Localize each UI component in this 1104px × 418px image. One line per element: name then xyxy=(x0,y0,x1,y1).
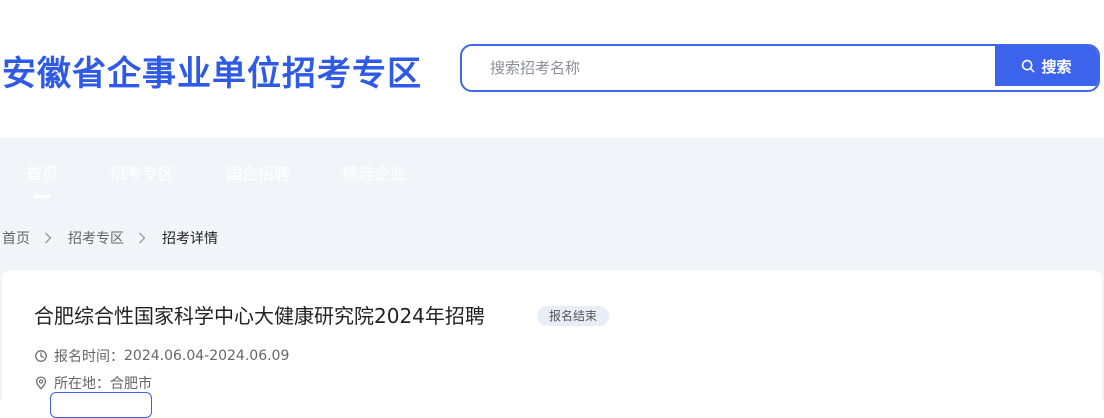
nav-item-featured-companies[interactable]: 精选企业 xyxy=(342,160,406,184)
location-row: 所在地： 合肥市 xyxy=(34,373,152,393)
search-input[interactable] xyxy=(462,46,996,90)
main-nav: 首页 招考专区 国企招聘 精选企业 xyxy=(0,138,1104,200)
status-badge: 报名结束 xyxy=(537,306,610,326)
location-label: 所在地： xyxy=(54,376,110,392)
chevron-right-icon xyxy=(44,231,54,245)
job-title: 合肥综合性国家科学中心大健康研究院2024年招聘 xyxy=(34,304,485,328)
clock-icon xyxy=(35,350,47,362)
nav-item-exam-zone[interactable]: 招考专区 xyxy=(110,160,174,184)
job-detail-card: 合肥综合性国家科学中心大健康研究院2024年招聘 报名结束 报名时间： 2024… xyxy=(2,270,1102,418)
signup-time-label: 报名时间： xyxy=(54,349,124,365)
breadcrumb-current: 招考详情 xyxy=(162,231,218,247)
search-button[interactable]: 搜索 xyxy=(995,46,1098,86)
nav-item-soe-jobs[interactable]: 国企招聘 xyxy=(226,160,290,184)
chevron-right-icon xyxy=(138,231,148,245)
search-icon xyxy=(1022,59,1035,73)
breadcrumb: 首页 招考专区 招考详情 xyxy=(2,228,218,248)
signup-time-value: 2024.06.04-2024.06.09 xyxy=(124,348,290,364)
location-value: 合肥市 xyxy=(110,376,152,392)
search-button-label: 搜索 xyxy=(1041,57,1072,76)
location-pin-icon xyxy=(36,376,46,390)
header: 安徽省企事业单位招考专区 搜索 xyxy=(0,0,1104,138)
breadcrumb-exam-zone[interactable]: 招考专区 xyxy=(68,228,124,248)
action-button[interactable] xyxy=(50,392,152,418)
site-title: 安徽省企事业单位招考专区 xyxy=(2,54,422,94)
breadcrumb-home[interactable]: 首页 xyxy=(2,228,30,248)
nav-item-home[interactable]: 首页 xyxy=(26,160,58,198)
search-box: 搜索 xyxy=(460,44,1100,92)
signup-time-row: 报名时间： 2024.06.04-2024.06.09 xyxy=(34,346,289,366)
